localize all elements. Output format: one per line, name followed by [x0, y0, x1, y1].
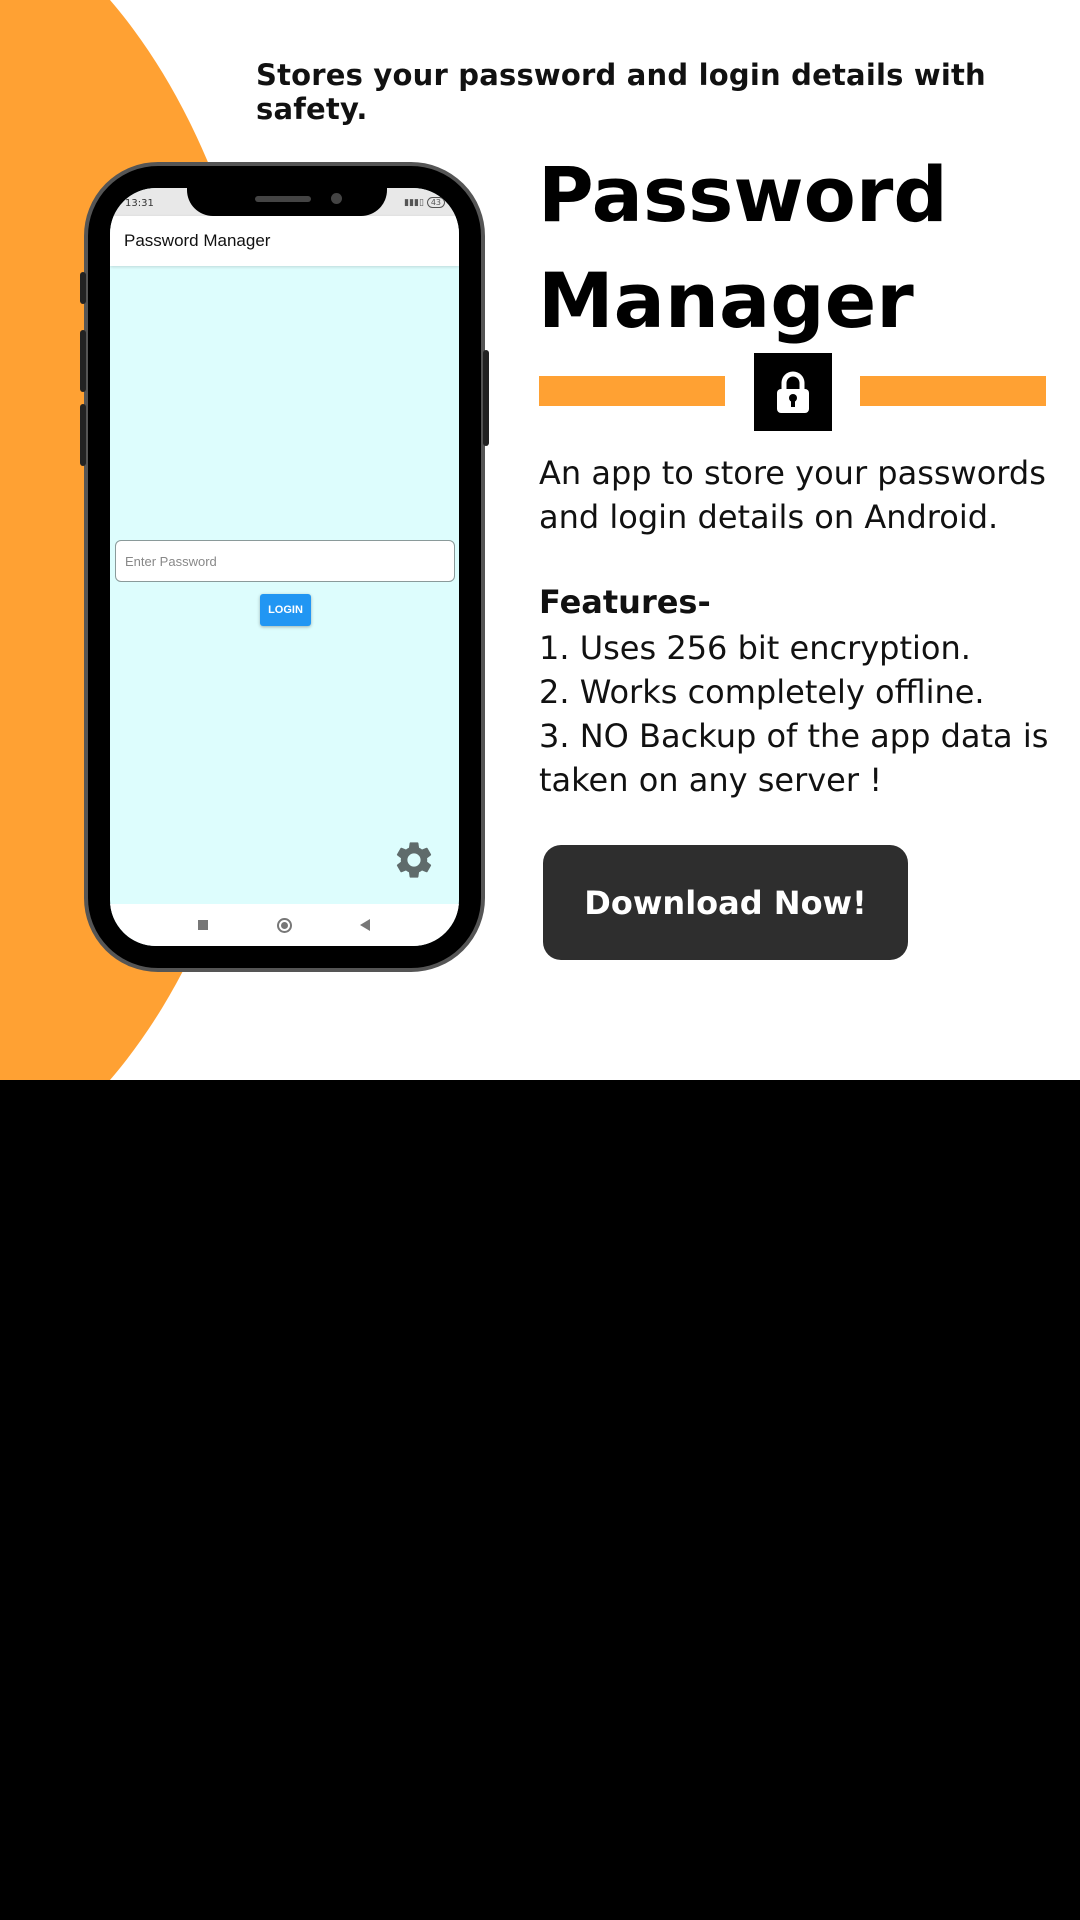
- app-description: An app to store your passwords and login…: [539, 454, 1046, 536]
- signal-icon: ▮▮▮▯: [404, 198, 424, 208]
- app-title: Password Manager: [124, 231, 271, 250]
- gear-icon[interactable]: [392, 838, 436, 882]
- lock-icon: [777, 371, 809, 413]
- phone-camera: [331, 193, 342, 204]
- battery-icon: 43: [426, 197, 445, 208]
- promo-poster: Stores your password and login details w…: [0, 0, 1080, 1080]
- password-input[interactable]: [115, 540, 455, 582]
- phone-side-button: [80, 272, 86, 304]
- lock-badge: [754, 353, 832, 431]
- phone-power-button: [483, 350, 489, 446]
- feature-item: 3. NO Backup of the app data is taken on…: [539, 717, 1049, 799]
- download-now-button[interactable]: Download Now!: [543, 845, 908, 960]
- accent-bar-right: [860, 376, 1046, 406]
- phone-speaker: [255, 196, 311, 202]
- phone-volume-up-button: [80, 330, 86, 392]
- login-button[interactable]: LOGIN: [260, 594, 311, 626]
- android-nav-bar: [110, 904, 459, 946]
- feature-item: 1. Uses 256 bit encryption.: [539, 629, 971, 667]
- nav-recents-icon[interactable]: [198, 920, 208, 930]
- feature-item: 2. Works completely offline.: [539, 673, 985, 711]
- page-title: Password Manager: [538, 150, 948, 345]
- nav-back-icon[interactable]: [360, 919, 370, 931]
- tagline: Stores your password and login details w…: [256, 58, 986, 126]
- phone-mockup: 13:31 ▮▮▮▯ 43 Password Manager LOGIN: [80, 162, 489, 972]
- status-time: 13:31: [125, 198, 154, 209]
- status-icons: ▮▮▮▯ 43: [404, 197, 445, 208]
- phone-volume-down-button: [80, 404, 86, 466]
- phone-screen: 13:31 ▮▮▮▯ 43 Password Manager LOGIN: [110, 188, 459, 946]
- features-heading: Features-: [539, 583, 711, 621]
- phone-notch: [187, 184, 387, 216]
- nav-home-icon[interactable]: [277, 918, 292, 933]
- accent-bar-left: [539, 376, 725, 406]
- app-bar: Password Manager: [110, 216, 459, 266]
